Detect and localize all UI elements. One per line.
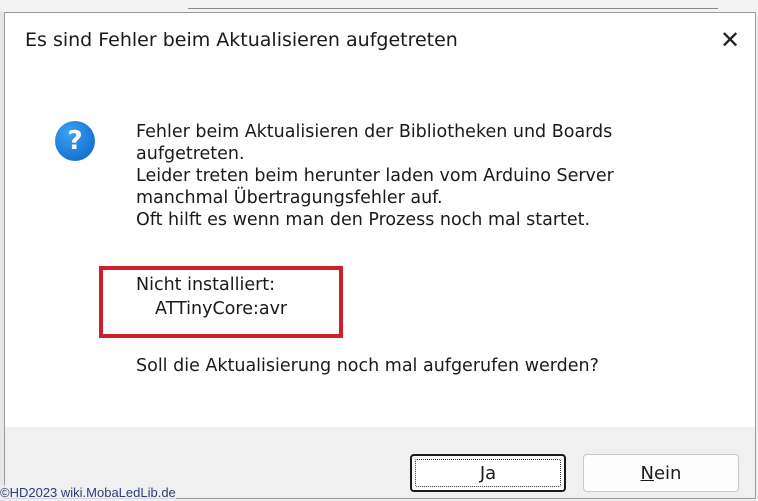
background-window-strip (0, 0, 758, 12)
yes-button[interactable]: Ja (410, 454, 566, 492)
error-dialog: Es sind Fehler beim Aktualisieren aufget… (4, 12, 756, 499)
not-installed-value: ATTinyCore:avr (155, 299, 288, 319)
focus-ring (415, 459, 561, 487)
retry-question: Soll die Aktualisierung noch mal aufgeru… (136, 356, 599, 376)
dialog-titlebar: Es sind Fehler beim Aktualisieren aufget… (5, 13, 755, 71)
dialog-title: Es sind Fehler beim Aktualisieren aufget… (25, 29, 458, 51)
close-button[interactable]: ✕ (713, 23, 747, 57)
not-installed-label: Nicht installiert: (136, 275, 276, 295)
error-message: Fehler beim Aktualisieren der Bibliothek… (136, 122, 614, 230)
no-label-rest: ein (653, 462, 682, 484)
screen: Es sind Fehler beim Aktualisieren aufget… (0, 0, 758, 501)
background-divider (188, 8, 718, 9)
question-icon: ? (55, 121, 95, 161)
dialog-content: ? Fehler beim Aktualisieren der Biblioth… (5, 71, 755, 427)
close-icon: ✕ (719, 26, 741, 54)
watermark: ©HD2023 wiki.MobaLedLib.de (0, 485, 176, 500)
no-mnemonic: N (640, 462, 654, 484)
no-button[interactable]: Nein (583, 454, 739, 492)
